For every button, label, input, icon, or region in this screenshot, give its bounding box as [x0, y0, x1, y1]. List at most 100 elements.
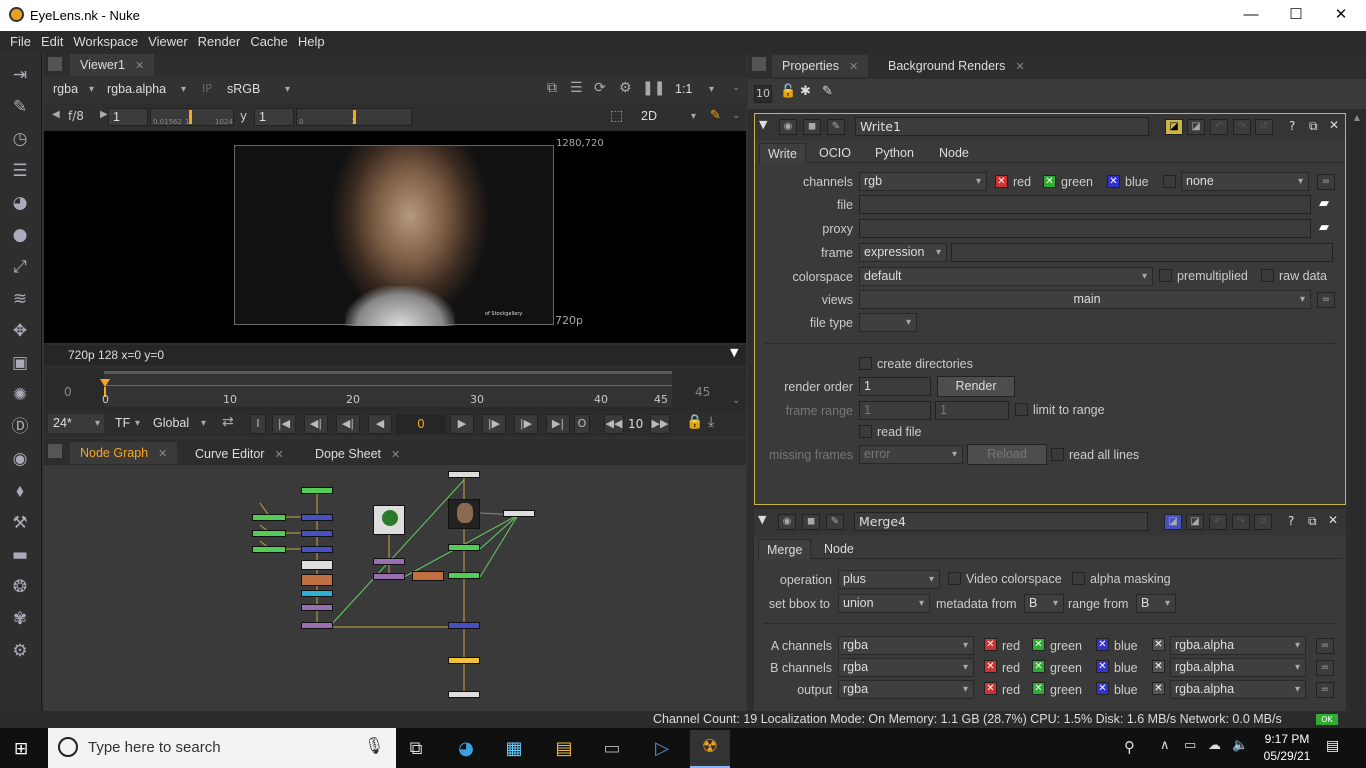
last-frame-button[interactable]: ▶| [546, 414, 570, 434]
viewer-canvas[interactable]: of Stockgallery 1280,720 720p [44, 131, 746, 343]
node[interactable] [301, 514, 333, 521]
channels-link-button[interactable]: = [1317, 174, 1335, 190]
clear-icon[interactable]: ✎ [822, 84, 833, 99]
tab-node[interactable]: Node [931, 143, 977, 163]
file-input[interactable] [859, 195, 1311, 214]
node[interactable] [252, 546, 286, 553]
merge-icon[interactable]: ≋ [8, 287, 32, 311]
node-color-2-icon[interactable]: ◪ [1187, 119, 1205, 135]
float-panel-icon[interactable]: ⧉ [1309, 119, 1318, 134]
furnace-icon[interactable]: ❂ [8, 575, 32, 599]
blue-checkbox[interactable]: ✕ [1107, 175, 1120, 188]
collapse-icon[interactable]: ▼ [758, 513, 766, 526]
frame-expression-input[interactable] [951, 243, 1333, 262]
red-checkbox[interactable]: ✕ [995, 175, 1008, 188]
menu-edit[interactable]: Edit [36, 31, 68, 49]
frame-range-end[interactable]: 1 [935, 401, 1009, 420]
node[interactable] [301, 546, 333, 553]
microphone-icon[interactable]: 🎙 [364, 736, 384, 756]
limit-to-range-checkbox[interactable] [1015, 403, 1028, 416]
image-toolbar-icon[interactable]: ⇥ [8, 63, 32, 87]
gain-slider[interactable]: 0.01562 1 1024 [150, 108, 234, 126]
settings-icon[interactable]: ⚙ [8, 639, 32, 663]
viewer-node[interactable] [448, 691, 480, 698]
settings-wrench-icon[interactable]: ✎ [826, 514, 844, 530]
b-red-checkbox[interactable]: ✕ [984, 660, 997, 673]
b-channels-select[interactable]: rgba [838, 658, 974, 677]
a-alpha-checkbox[interactable]: ✕ [1152, 638, 1165, 651]
particles-icon[interactable]: ✺ [8, 383, 32, 407]
b-blue-checkbox[interactable]: ✕ [1096, 660, 1109, 673]
alpha-masking-checkbox[interactable] [1072, 572, 1085, 585]
file-browse-icon[interactable]: ▰ [1319, 196, 1329, 211]
keyer-icon[interactable]: ⤢ [8, 255, 32, 279]
node-info-icon[interactable]: ◉ [779, 119, 797, 135]
node[interactable] [301, 487, 333, 494]
tf-dropdown[interactable]: TF [110, 414, 144, 433]
roi-icon[interactable]: ⬚ [610, 108, 623, 124]
viewer-icon[interactable]: ◼ [802, 514, 820, 530]
node[interactable] [448, 544, 480, 551]
video-colorspace-checkbox[interactable] [948, 572, 961, 585]
undo-icon[interactable]: ↶ [1210, 119, 1228, 135]
colorspace-select[interactable]: default [859, 267, 1153, 286]
lut-dropdown[interactable]: sRGB [222, 80, 294, 99]
toolsets-icon[interactable]: ⚒ [8, 511, 32, 535]
read-file-checkbox[interactable] [859, 425, 872, 438]
close-panel-icon[interactable]: ✕ [1328, 513, 1338, 527]
timeline-track[interactable]: 0 10 20 30 40 45 [100, 371, 672, 407]
missing-frames-select[interactable]: error [859, 445, 963, 464]
bbox-select[interactable]: union [838, 594, 930, 613]
play-backward-button[interactable]: ◀ [368, 414, 392, 434]
timeline-expand-icon[interactable]: ⌄ [732, 395, 740, 406]
frame-increment[interactable]: 10 [628, 417, 643, 431]
viewer-icon[interactable]: ◼ [803, 119, 821, 135]
close-tab-icon[interactable]: ✕ [849, 56, 858, 78]
notifications-icon[interactable]: ▤ [1326, 738, 1339, 754]
taskbar-search[interactable]: Type here to search 🎙 [48, 728, 396, 768]
edge-icon[interactable]: ◕ [446, 732, 486, 766]
nuke-taskbar-icon[interactable]: ☢ [690, 730, 730, 768]
node-info-icon[interactable]: ◉ [778, 514, 796, 530]
people-icon[interactable]: ⚲ [1124, 738, 1135, 756]
node[interactable] [252, 530, 286, 537]
out-point-button[interactable]: O [574, 414, 590, 434]
raw-data-checkbox[interactable] [1261, 269, 1274, 282]
out-alpha-checkbox[interactable]: ✕ [1152, 682, 1165, 695]
read-all-lines-checkbox[interactable] [1051, 448, 1064, 461]
node[interactable] [503, 510, 535, 517]
task-view-icon[interactable]: ⧉ [396, 732, 436, 766]
close-tab-icon[interactable]: ✕ [1015, 56, 1024, 78]
operation-select[interactable]: plus [838, 570, 940, 589]
revert-icon[interactable]: ↺ [1254, 514, 1272, 530]
view-mode-dropdown[interactable]: 2D [636, 107, 700, 126]
a-alpha-select[interactable]: rgba.alpha [1170, 636, 1306, 655]
range-select[interactable]: B [1136, 594, 1176, 613]
merge-name-input[interactable]: Merge4 [854, 512, 1148, 531]
time-icon[interactable]: ◷ [8, 127, 32, 151]
scope-dropdown[interactable]: Global [148, 414, 210, 433]
minimize-button[interactable]: — [1228, 4, 1274, 26]
fps-dropdown[interactable]: 24* [48, 414, 104, 433]
expand-icon-2[interactable]: ⌄ [732, 110, 740, 121]
close-tab-icon[interactable]: ✕ [135, 55, 144, 77]
file-type-select[interactable] [859, 313, 917, 332]
render-order-input[interactable]: 1 [859, 377, 931, 396]
tab-ocio[interactable]: OCIO [811, 143, 859, 163]
a-channels-select[interactable]: rgba [838, 636, 974, 655]
tab-node-graph[interactable]: Node Graph ✕ [70, 442, 178, 464]
step-forward-button[interactable]: |▶ [482, 414, 506, 434]
menu-workspace[interactable]: Workspace [68, 31, 143, 49]
expand-icon[interactable]: ⌄ [732, 82, 740, 93]
tab-viewer1[interactable]: Viewer1 ✕ [70, 54, 155, 77]
frame-mode-select[interactable]: expression [859, 243, 947, 262]
menu-cache[interactable]: Cache [245, 31, 293, 49]
other-icon[interactable]: ▬ [8, 543, 32, 567]
out-alpha-select[interactable]: rgba.alpha [1170, 680, 1306, 699]
revert-icon[interactable]: ↺ [1255, 119, 1273, 135]
out-red-checkbox[interactable]: ✕ [984, 682, 997, 695]
terminal-icon[interactable]: ▭ [592, 732, 632, 766]
pause-icon[interactable]: ❚❚ [642, 80, 665, 96]
extra-channel-select[interactable]: none [1181, 172, 1309, 191]
list-icon[interactable]: ☰ [570, 80, 583, 96]
